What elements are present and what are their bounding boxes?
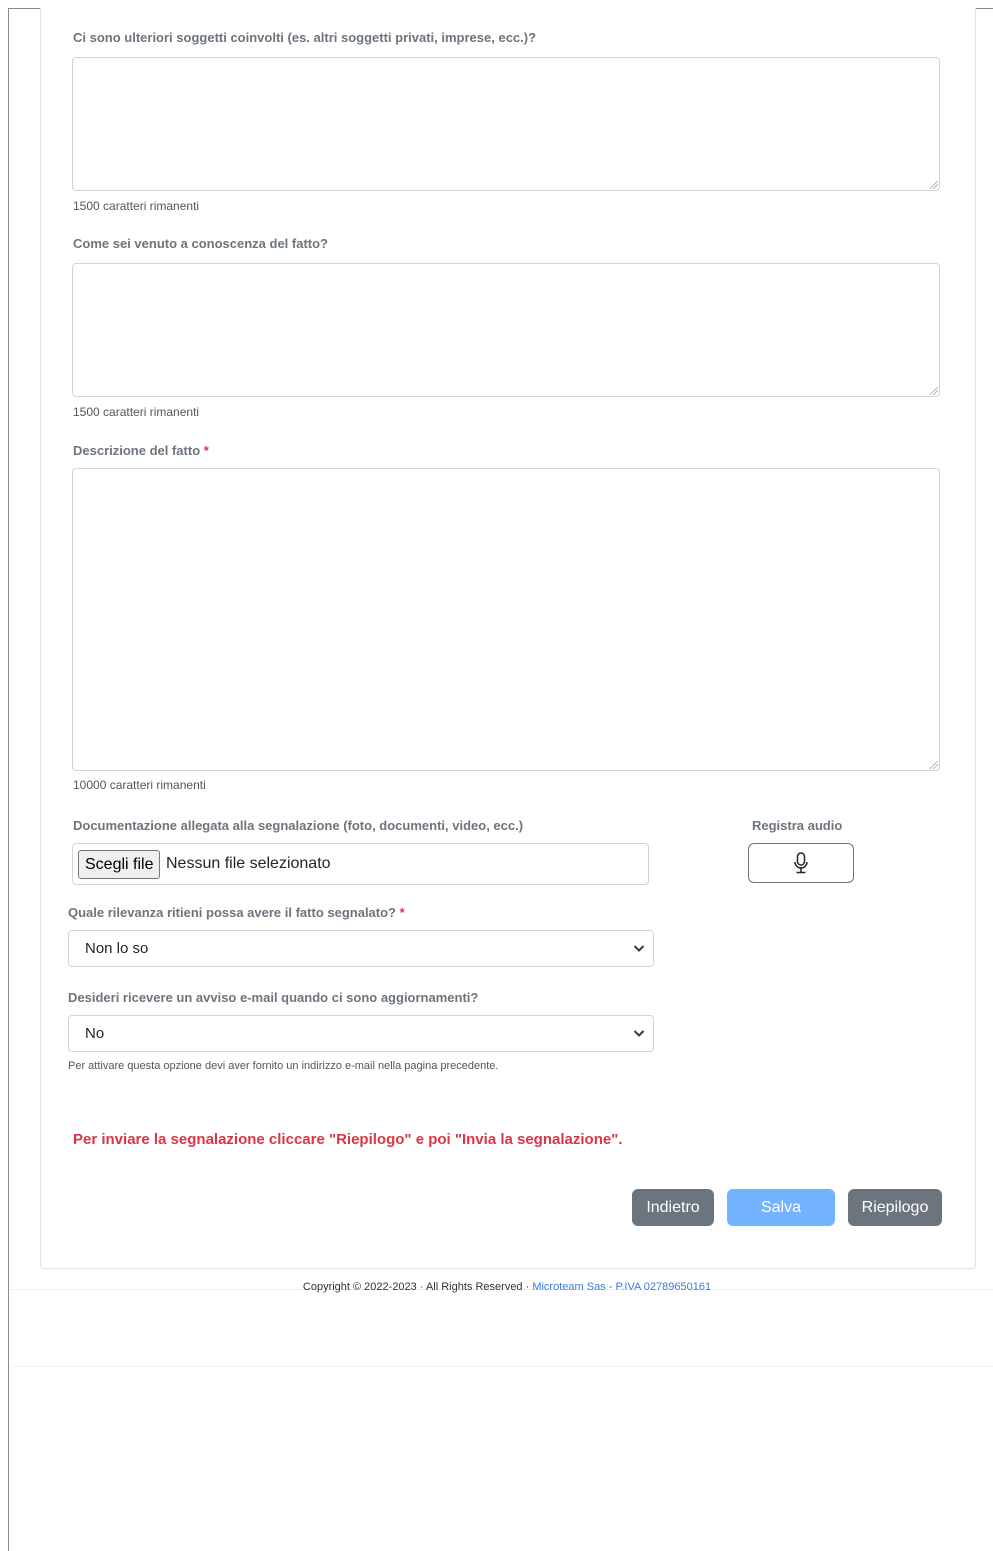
description-label: Descrizione del fatto * <box>73 443 209 458</box>
footer: Copyright © 2022-2023 · All Rights Reser… <box>0 1281 993 1293</box>
copyright-text: Copyright © 2022-2023 · All Rights Reser… <box>302 1281 533 1293</box>
attachments-label: Documentazione allegata alla segnalazion… <box>73 818 524 833</box>
back-button[interactable]: Indietro <box>632 1189 714 1226</box>
email-notify-help: Per attivare questa opzione devi aver fo… <box>68 1060 499 1072</box>
relevance-label-text: Quale rilevanza ritieni possa avere il f… <box>68 905 397 920</box>
how-known-label: Come sei venuto a conoscenza del fatto? <box>73 236 328 251</box>
email-notify-select[interactable]: No <box>68 1015 654 1052</box>
other-subjects-counter: 1500 caratteri rimanenti <box>73 199 200 213</box>
relevance-select[interactable]: Non lo so <box>68 930 654 967</box>
other-subjects-label: Ci sono ulteriori soggetti coinvolti (es… <box>73 30 537 45</box>
company-link[interactable]: Microteam Sas - P.IVA 02789650161 <box>532 1281 711 1293</box>
how-known-counter: 1500 caratteri rimanenti <box>73 405 200 419</box>
description-label-text: Descrizione del fatto <box>73 443 201 458</box>
relevance-selected-value: Non lo so <box>85 940 149 957</box>
microphone-icon <box>794 852 808 874</box>
submit-instructions: Per inviare la segnalazione cliccare "Ri… <box>73 1131 623 1148</box>
description-counter: 10000 caratteri rimanenti <box>73 778 206 792</box>
audio-label: Registra audio <box>752 818 843 833</box>
required-mark: * <box>399 905 405 920</box>
save-button[interactable]: Salva <box>727 1189 835 1226</box>
relevance-label: Quale rilevanza ritieni possa avere il f… <box>68 905 405 920</box>
chevron-down-icon <box>633 945 645 952</box>
window-border-left <box>8 8 9 1551</box>
email-notify-label: Desideri ricevere un avviso e-mail quand… <box>68 990 479 1005</box>
file-status-text: Nessun file selezionato <box>166 855 331 872</box>
description-textarea[interactable] <box>72 468 940 771</box>
email-notify-selected-value: No <box>85 1025 105 1042</box>
choose-file-button[interactable]: Scegli file <box>78 850 161 879</box>
record-audio-button[interactable] <box>748 843 854 883</box>
chevron-down-icon <box>633 1030 645 1037</box>
footer-divider-bottom <box>9 1366 993 1367</box>
file-input[interactable]: Scegli file Nessun file selezionato <box>72 843 649 885</box>
other-subjects-textarea[interactable] <box>72 57 940 191</box>
required-mark: * <box>203 443 209 458</box>
summary-button[interactable]: Riepilogo <box>848 1189 942 1226</box>
how-known-textarea[interactable] <box>72 263 940 397</box>
